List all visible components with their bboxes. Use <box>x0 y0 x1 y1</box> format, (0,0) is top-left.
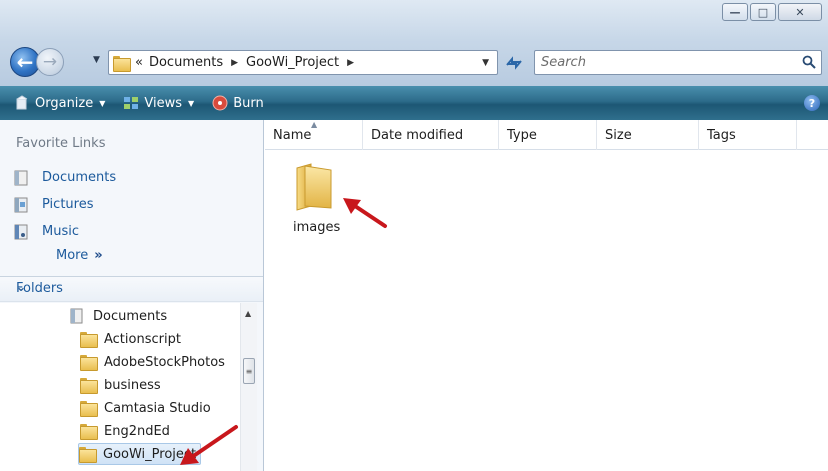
scroll-up-arrow-icon[interactable]: ▲ <box>245 309 251 318</box>
folder-icon <box>80 332 98 348</box>
tree-item-camtasia-studio[interactable]: Camtasia Studio <box>80 397 211 419</box>
burn-button[interactable]: Burn <box>212 95 264 111</box>
dropdown-arrow-icon: ▼ <box>99 98 106 108</box>
folder-icon <box>80 378 98 394</box>
dropdown-arrow-icon: ▼ <box>188 98 195 108</box>
favorite-link-documents[interactable]: Documents <box>14 164 116 191</box>
close-button[interactable]: ✕ <box>778 3 822 21</box>
folder-icon <box>80 424 98 440</box>
folders-header[interactable]: Folders ⌄ <box>0 276 263 302</box>
refresh-button[interactable] <box>500 50 528 75</box>
sort-ascending-icon: ▲ <box>311 120 318 129</box>
minimize-button[interactable]: — <box>722 3 748 21</box>
refresh-icon <box>506 55 522 70</box>
recent-pages-dropdown[interactable]: ▼ <box>93 55 100 65</box>
help-icon[interactable]: ? <box>804 95 820 111</box>
tree-item-business[interactable]: business <box>80 374 161 396</box>
favorite-links-heading: Favorite Links <box>16 136 106 151</box>
more-links-button[interactable]: More » <box>56 248 116 263</box>
search-input[interactable] <box>541 55 781 70</box>
pictures-icon <box>14 197 28 212</box>
address-bar[interactable]: « Documents ▶ GooWi_Project ▶ ▼ <box>108 50 498 75</box>
forward-button[interactable]: → <box>36 48 64 76</box>
folder-icon <box>80 355 98 371</box>
column-header-label: Tags <box>707 127 736 143</box>
favorite-links-list: Documents Pictures Music More » <box>14 164 116 263</box>
folder-icon <box>79 447 97 463</box>
favorite-link-label: Pictures <box>42 197 94 212</box>
documents-icon <box>70 308 83 324</box>
tree-item-label: Actionscript <box>104 331 181 347</box>
tree-item-eng2nded[interactable]: Eng2ndEd <box>80 420 170 442</box>
burn-label: Burn <box>233 95 264 111</box>
favorite-link-label: Music <box>42 224 79 239</box>
column-header-label: Size <box>605 127 632 143</box>
back-arrow-icon: ← <box>16 50 34 74</box>
column-header-type[interactable]: Type <box>499 120 597 150</box>
column-header-size[interactable]: Size <box>597 120 699 150</box>
title-bar: — □ ✕ <box>0 0 828 40</box>
tree-item-documents[interactable]: Documents <box>70 305 167 327</box>
organize-menu[interactable]: Organize ▼ <box>14 95 105 111</box>
burn-disc-icon <box>212 95 228 111</box>
favorite-link-label: Documents <box>42 170 117 185</box>
tree-item-label: AdobeStockPhotos <box>104 354 225 370</box>
column-headers: Name ▲ Date modified Type Size Tags <box>265 120 828 150</box>
search-box[interactable] <box>534 50 822 75</box>
views-label: Views <box>144 95 183 111</box>
more-label: More <box>56 248 89 263</box>
maximize-button[interactable]: □ <box>750 3 776 21</box>
documents-icon <box>14 170 28 185</box>
double-chevron-icon: » <box>94 248 103 263</box>
column-header-date-modified[interactable]: Date modified <box>363 120 499 150</box>
breadcrumb-separator-icon[interactable]: ▶ <box>231 58 238 68</box>
navigation-pane: Favorite Links Documents Pictures Music <box>0 120 264 471</box>
favorite-link-music[interactable]: Music <box>14 218 116 245</box>
forward-arrow-icon: → <box>42 52 58 72</box>
chevron-down-icon[interactable]: ⌄ <box>16 280 249 294</box>
tree-item-label: business <box>104 377 161 393</box>
folder-icon <box>113 55 131 72</box>
breadcrumb-separator-icon[interactable]: ▶ <box>347 58 354 68</box>
window-controls: — □ ✕ <box>722 3 822 21</box>
annotation-arrow-icon <box>343 198 387 228</box>
folder-tree-scrollbar[interactable]: ▲ ≡ <box>240 303 257 471</box>
breadcrumb-overflow[interactable]: « <box>135 55 143 70</box>
command-toolbar: Organize ▼ Views ▼ Burn ? <box>0 86 828 120</box>
address-row: ← → ▼ « Documents ▶ GooWi_Project ▶ ▼ <box>0 40 828 86</box>
search-icon[interactable] <box>802 55 816 69</box>
file-item-label: images <box>293 220 341 235</box>
column-header-label: Date modified <box>371 127 464 143</box>
folder-icon <box>80 401 98 417</box>
organize-icon <box>16 95 28 110</box>
annotation-arrow-icon <box>180 425 238 465</box>
column-header-tags[interactable]: Tags <box>699 120 797 150</box>
breadcrumb-goowi-project[interactable]: GooWi_Project <box>246 55 339 70</box>
file-list-pane: Name ▲ Date modified Type Size Tags imag… <box>265 120 828 471</box>
tree-item-label: Eng2ndEd <box>104 423 170 439</box>
address-dropdown-icon[interactable]: ▼ <box>482 58 489 68</box>
column-header-label: Type <box>507 127 537 143</box>
tree-item-actionscript[interactable]: Actionscript <box>80 328 181 350</box>
music-icon <box>14 224 28 239</box>
folder-large-icon <box>296 163 332 211</box>
tree-item-label: Documents <box>93 308 168 324</box>
tree-item-adobestockphotos[interactable]: AdobeStockPhotos <box>80 351 225 373</box>
breadcrumb-documents[interactable]: Documents <box>149 55 223 70</box>
column-header-label: Name <box>273 127 312 143</box>
tree-item-label: Camtasia Studio <box>104 400 211 416</box>
views-menu[interactable]: Views ▼ <box>123 95 194 111</box>
views-icon <box>124 97 139 109</box>
favorite-link-pictures[interactable]: Pictures <box>14 191 116 218</box>
column-header-name[interactable]: Name ▲ <box>265 120 363 150</box>
folder-tree: Documents Actionscript AdobeStockPhotos … <box>0 303 240 471</box>
scroll-thumb[interactable]: ≡ <box>243 358 255 384</box>
organize-label: Organize <box>35 95 94 111</box>
